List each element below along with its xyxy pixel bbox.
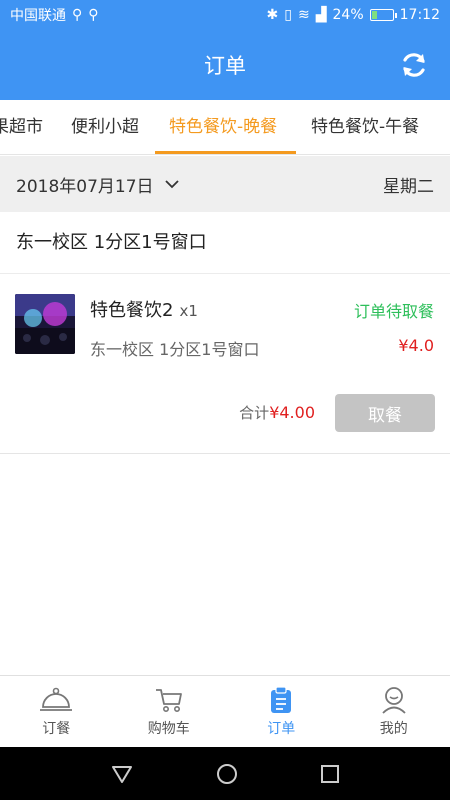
nav-label-cart: 购物车 bbox=[147, 720, 190, 737]
profile-icon bbox=[382, 686, 406, 714]
date-bar: 2018年07月17日 星期二 bbox=[0, 156, 450, 212]
recents-icon[interactable] bbox=[320, 764, 340, 784]
date-label: 2018年07月17日 bbox=[16, 176, 154, 197]
carrier-label: 中国联通 bbox=[10, 8, 66, 24]
nav-orders[interactable]: 订单 bbox=[225, 676, 338, 747]
order-item[interactable]: 特色餐饮2 x1 订单待取餐 东一校区 1分区1号窗口 ¥4.0 bbox=[0, 274, 450, 374]
order-location-header: 东一校区 1分区1号窗口 bbox=[0, 212, 450, 274]
tab-convenience-store[interactable]: 便利小超 bbox=[71, 100, 139, 155]
refresh-button[interactable] bbox=[396, 47, 432, 83]
app-bar: 订单 bbox=[0, 30, 450, 100]
item-thumbnail bbox=[15, 294, 75, 354]
vibrate-icon: ▯ bbox=[284, 7, 292, 23]
nav-cart[interactable]: 购物车 bbox=[113, 676, 226, 747]
nav-label-orders: 订单 bbox=[267, 720, 296, 737]
tab-special-lunch[interactable]: 特色餐饮-午餐 bbox=[311, 100, 419, 155]
cloche-icon bbox=[40, 687, 73, 711]
usb-icon: ⚲ bbox=[72, 7, 83, 23]
nav-order-food[interactable]: 订餐 bbox=[0, 676, 113, 747]
item-name: 特色餐饮2 x1 bbox=[90, 296, 198, 322]
usb-icon-2: ⚲ bbox=[88, 7, 99, 23]
page-title: 订单 bbox=[204, 54, 246, 78]
tab-fruit-market[interactable]: 果超市 bbox=[0, 100, 43, 155]
home-icon[interactable] bbox=[215, 762, 239, 786]
back-icon[interactable] bbox=[110, 764, 134, 784]
clipboard-icon bbox=[271, 685, 292, 713]
item-quantity: x1 bbox=[179, 302, 198, 320]
item-price: ¥4.0 bbox=[398, 336, 434, 355]
pickup-button[interactable]: 取餐 bbox=[335, 394, 435, 432]
clock: 17:12 bbox=[399, 7, 440, 23]
cart-icon bbox=[155, 688, 182, 712]
battery-icon bbox=[369, 9, 397, 21]
item-name-text: 特色餐饮2 bbox=[90, 300, 174, 321]
item-location: 东一校区 1分区1号窗口 bbox=[90, 340, 260, 359]
total-label: 合计 bbox=[239, 404, 270, 422]
order-footer: 合计¥4.00 取餐 bbox=[0, 374, 450, 434]
wifi-icon: ≋ bbox=[298, 7, 310, 23]
order-status: 订单待取餐 bbox=[353, 302, 434, 321]
bottom-nav: 订餐 购物车 订单 我的 bbox=[0, 675, 450, 747]
total-value: ¥4.00 bbox=[269, 403, 315, 422]
nav-label-order-food: 订餐 bbox=[42, 720, 71, 737]
nav-label-profile: 我的 bbox=[379, 720, 408, 737]
tab-special-dinner[interactable]: 特色餐饮-晚餐 bbox=[169, 100, 277, 155]
date-picker[interactable]: 2018年07月17日 bbox=[16, 172, 180, 197]
nav-profile[interactable]: 我的 bbox=[338, 676, 450, 747]
order-total: 合计¥4.00 bbox=[239, 402, 315, 423]
battery-percent: 24% bbox=[332, 7, 364, 23]
category-tabs: 果超市 便利小超 特色餐饮-晚餐 特色餐饮-午餐 bbox=[0, 100, 450, 155]
signal-icon: ▟ bbox=[315, 7, 327, 23]
order-card: 东一校区 1分区1号窗口 特色餐饮2 x1 订单待取餐 东一校区 1分区1号窗口 … bbox=[0, 212, 450, 454]
status-bar: 中国联通 ⚲ ⚲ ✱ ▯ ≋ ▟ 24% 17:12 bbox=[0, 0, 450, 30]
chevron-down-icon bbox=[164, 180, 179, 189]
refresh-icon bbox=[403, 53, 425, 77]
bluetooth-icon: ✱ bbox=[266, 7, 279, 23]
system-nav-bar bbox=[0, 747, 450, 800]
weekday-label: 星期二 bbox=[383, 176, 434, 197]
tab-active-indicator bbox=[155, 151, 296, 154]
